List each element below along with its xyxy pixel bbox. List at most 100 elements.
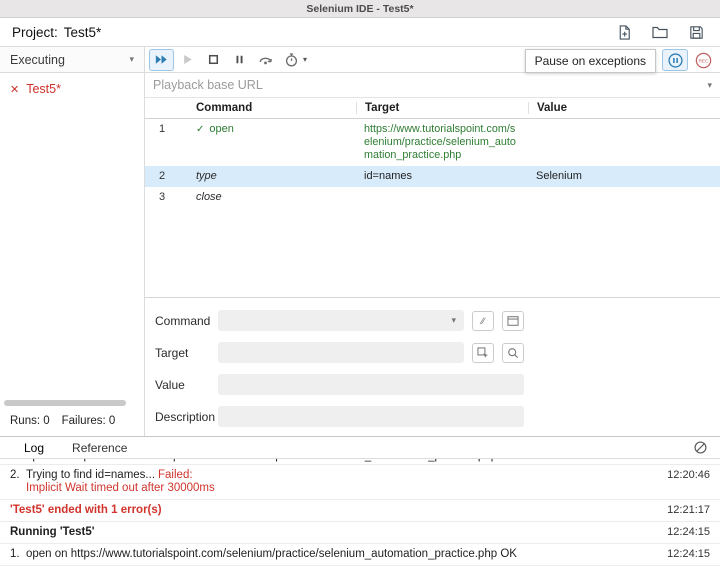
rec-icon: REC <box>694 51 713 70</box>
log-timestamp: 12:24:15 <box>667 526 710 539</box>
command-select[interactable]: ▾ <box>218 310 464 331</box>
description-field-label: Description <box>155 410 218 424</box>
chevron-down-icon: ▾ <box>129 54 134 65</box>
select-target-icon <box>476 346 490 360</box>
new-project-button[interactable] <box>612 22 636 42</box>
save-icon <box>688 24 705 41</box>
pause-button[interactable] <box>227 49 252 71</box>
row-number: 1 <box>145 119 188 166</box>
opens-window-button[interactable] <box>502 311 524 331</box>
target-cell <box>356 187 528 208</box>
value-input[interactable] <box>218 374 524 395</box>
log-panel: Log Reference 1. open on https://www.tut… <box>0 436 720 570</box>
test-failed-x-icon: ✕ <box>10 83 19 96</box>
test-sidebar: Executing ▾ ✕ Test5* Runs: 0 Failures: 0 <box>0 46 145 436</box>
test-list-dropdown[interactable]: Executing ▾ <box>0 47 144 73</box>
open-project-button[interactable] <box>648 22 672 42</box>
horizontal-scrollbar[interactable] <box>4 400 126 406</box>
search-icon <box>506 346 520 360</box>
log-error-detail: Implicit Wait timed out after 30000ms <box>26 482 659 495</box>
clear-circle-slash-icon <box>693 440 708 455</box>
log-tab-bar: Log Reference <box>0 437 720 459</box>
log-entry-text: Running 'Test5' <box>10 526 667 539</box>
save-project-button[interactable] <box>684 22 708 42</box>
command-cell: type <box>188 166 356 187</box>
log-entry-number: 1. <box>10 459 26 463</box>
log-entry-text: Trying to find id=names...Failed: Implic… <box>26 469 667 495</box>
step-editor-form: Command ▾ ∕∕ Target Valu <box>145 297 720 437</box>
failures-count: Failures: 0 <box>62 415 116 427</box>
target-cell: https://www.tutorialspoint.com/selenium/… <box>356 119 528 166</box>
log-entries: 1. open on https://www.tutorialspoint.co… <box>0 459 720 570</box>
project-label: Project: <box>12 25 58 40</box>
command-cell: ✓open <box>188 119 356 166</box>
step-over-button[interactable] <box>253 49 278 71</box>
description-input[interactable] <box>218 406 524 427</box>
log-failed-tag: Failed: <box>158 469 193 481</box>
log-entry-clipped: 1. open on https://www.tutorialspoint.co… <box>0 459 720 465</box>
playback-toolbar: ▾ Pause on exceptions REC <box>145 47 720 73</box>
pause-on-exceptions-button[interactable] <box>662 49 688 71</box>
command-select-caret-icon: ▾ <box>451 315 456 326</box>
runs-count: Runs: 0 <box>10 415 50 427</box>
value-field-label: Value <box>155 378 218 392</box>
test-item-test5[interactable]: ✕ Test5* <box>0 73 144 105</box>
playback-base-url-input[interactable] <box>153 78 707 92</box>
step-row-2[interactable]: 2 type id=names Selenium <box>145 166 720 187</box>
window-icon <box>506 314 520 328</box>
value-cell <box>528 187 720 208</box>
row-number: 2 <box>145 166 188 187</box>
play-icon <box>179 51 196 68</box>
column-header-target: Target <box>356 102 528 114</box>
target-cell: id=names <box>356 166 528 187</box>
log-entry-number: 2. <box>10 469 26 482</box>
run-stats: Runs: 0 Failures: 0 <box>10 415 115 427</box>
select-target-in-page-button[interactable] <box>472 343 494 363</box>
target-field-row: Target <box>155 342 710 363</box>
value-cell <box>528 119 720 166</box>
target-input[interactable] <box>218 342 464 363</box>
log-entry-text: 'Test5' ended with 1 error(s) <box>10 504 667 517</box>
command-text: open <box>209 123 233 135</box>
stopwatch-icon <box>283 51 300 68</box>
steps-table-body: 1 ✓open https://www.tutorialspoint.com/s… <box>145 119 720 297</box>
test-name: Test5* <box>26 82 61 96</box>
window-titlebar: Selenium IDE - Test5* <box>0 0 720 18</box>
url-dropdown-caret-icon[interactable]: ▾ <box>707 80 712 91</box>
column-header-value: Value <box>528 102 720 114</box>
main-panel: ▾ Pause on exceptions REC ▾ Command Targ… <box>145 46 720 436</box>
clear-log-button[interactable] <box>690 438 710 458</box>
speed-dropdown-caret-icon[interactable]: ▾ <box>303 55 307 64</box>
row-number: 3 <box>145 187 188 208</box>
step-over-icon <box>257 51 274 68</box>
record-button[interactable]: REC <box>690 49 716 71</box>
log-entry-text: open on https://www.tutorialspoint.com/s… <box>26 459 710 463</box>
log-entry: 'Test5' ended with 1 error(s) 12:21:17 <box>0 500 720 522</box>
step-row-3[interactable]: 3 close <box>145 187 720 208</box>
new-project-icon <box>616 24 633 41</box>
log-timestamp: 12:20:46 <box>667 469 710 482</box>
find-target-button[interactable] <box>502 343 524 363</box>
svg-text:REC: REC <box>698 58 709 64</box>
comment-slashes-icon: ∕∕ <box>481 316 484 326</box>
step-row-1[interactable]: 1 ✓open https://www.tutorialspoint.com/s… <box>145 119 720 166</box>
log-entry: Running 'Test5' 12:24:15 <box>0 522 720 544</box>
log-timestamp: 12:21:17 <box>667 504 710 517</box>
playback-base-url-row: ▾ <box>145 73 720 98</box>
stop-button[interactable] <box>201 49 226 71</box>
log-entry: 2. Trying to find id=names... 12:24:15 <box>0 566 720 570</box>
stop-icon <box>205 51 222 68</box>
pause-on-exceptions-tooltip: Pause on exceptions <box>525 49 656 73</box>
test-speed-button[interactable] <box>279 49 304 71</box>
run-current-test-button[interactable] <box>175 49 200 71</box>
tab-reference[interactable]: Reference <box>58 437 141 459</box>
run-all-tests-button[interactable] <box>149 49 174 71</box>
pause-icon <box>231 51 248 68</box>
tab-log[interactable]: Log <box>10 437 58 459</box>
project-name: Test5* <box>64 25 102 40</box>
run-all-icon <box>153 51 170 68</box>
toggle-comment-button[interactable]: ∕∕ <box>472 311 494 331</box>
value-cell: Selenium <box>528 166 720 187</box>
pause-circle-icon <box>667 52 684 69</box>
command-field-label: Command <box>155 314 218 328</box>
